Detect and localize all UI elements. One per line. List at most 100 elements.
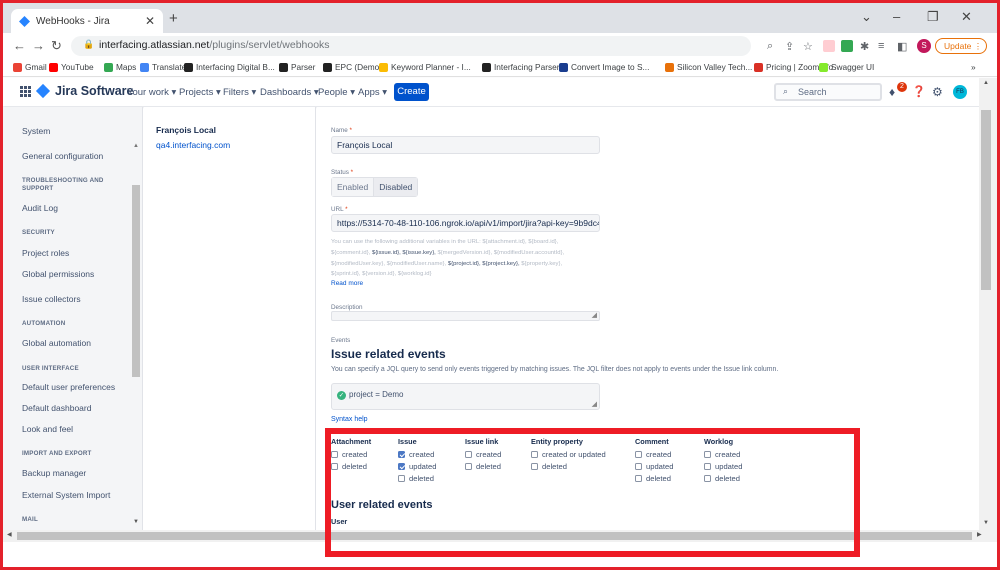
new-tab-icon[interactable]: + [169,10,178,27]
extension-icon[interactable] [841,40,853,52]
jira-logo[interactable]: Jira Software [35,83,134,99]
bookmark-favicon-icon [323,62,332,72]
sidebar-item-general-configuration[interactable]: General configuration [22,151,103,161]
sidepanel-icon[interactable]: ◧ [897,40,907,53]
minimize-icon[interactable]: – [893,9,900,24]
read-more-link[interactable]: Read more [331,280,363,287]
name-input[interactable]: François Local [331,136,600,154]
page-scrollbar[interactable]: ▲ ▼ [979,78,997,530]
webhook-list-item-name[interactable]: François Local [156,125,216,135]
sidebar-item-external-system-import[interactable]: External System Import [22,490,110,500]
bookmarks-bar: Gmail YouTube Maps Translate Interfacing Dig… [3,59,997,77]
bookmark-star-icon[interactable]: ☆ [803,40,813,53]
sidebar-item-global-permissions[interactable]: Global permissions [22,269,94,279]
bookmark-item[interactable]: Gmail [13,62,47,72]
bookmark-favicon-icon [754,62,763,72]
sidebar-item-backup-manager[interactable]: Backup manager [22,468,86,478]
bookmark-item[interactable]: Convert Image to S... [559,62,649,72]
bookmark-item[interactable]: Swagger UI [819,62,874,72]
app-switcher-icon[interactable] [20,86,31,97]
search-input[interactable]: ⌕ Search [774,83,882,101]
scroll-up-icon[interactable]: ▲ [983,80,989,86]
nav-projects[interactable]: Projects ▾ [179,87,221,98]
url-label: URL * [331,206,348,213]
scroll-thumb[interactable] [132,185,140,377]
nav-filters[interactable]: Filters ▾ [223,87,256,98]
extension-icon[interactable]: ✱ [860,40,869,53]
forward-icon[interactable]: → [32,38,45,53]
jira-header: Jira Software Your work ▾ Projects ▾ Fil… [3,78,997,106]
nav-dashboards[interactable]: Dashboards ▾ [260,87,319,98]
scroll-down-icon[interactable]: ▼ [983,520,989,526]
url-path: /plugins/servlet/webhooks [209,39,330,51]
sidebar-item-system[interactable]: System [22,126,50,136]
user-avatar[interactable]: FB [953,85,967,99]
bookmark-item[interactable]: Translate [140,62,186,72]
profile-avatar[interactable]: S [917,39,931,53]
address-bar[interactable]: 🔒 interfacing.atlassian.net/plugins/serv… [71,36,751,56]
resize-handle-icon[interactable]: ◢ [592,400,597,408]
sidebar-item-project-roles[interactable]: Project roles [22,248,69,258]
status-disabled-option[interactable]: Disabled [373,178,418,196]
resize-handle-icon[interactable]: ◢ [592,311,597,319]
bookmark-item[interactable]: Maps [104,62,136,72]
help-icon[interactable]: ❓ [912,85,926,98]
status-enabled-option[interactable]: Enabled [332,178,374,196]
sidebar-item-look-and-feel[interactable]: Look and feel [22,424,73,434]
scroll-down-icon[interactable]: ▼ [133,519,139,525]
sidebar-item-default-dashboard[interactable]: Default dashboard [22,403,91,413]
back-icon[interactable]: ← [13,38,26,53]
scroll-thumb[interactable] [981,110,991,290]
toolbar: ← → ↻ 🔒 interfacing.atlassian.net/plugin… [3,33,997,59]
syntax-help-link[interactable]: Syntax help [331,416,368,423]
jql-input[interactable]: ✓ project = Demo ◢ [331,383,600,410]
sidebar-item-global-automation[interactable]: Global automation [22,338,91,348]
sidebar-item-audit-log[interactable]: Audit Log [22,203,58,213]
sidebar-item-default-user-preferences[interactable]: Default user preferences [22,382,115,392]
bookmark-item[interactable]: Interfacing Digital B... [184,62,275,72]
browser-tab[interactable]: WebHooks - Jira ✕ [11,9,163,33]
nav-people[interactable]: People ▾ [318,87,355,98]
sidebar-section-heading: USER INTERFACE [22,365,79,372]
scroll-left-icon[interactable]: ◀ [7,531,12,538]
status-toggle: Enabled Disabled [331,177,419,197]
bookmark-label: Interfacing Digital B... [196,62,275,72]
webhook-list-item-site[interactable]: qa4.interfacing.com [156,140,230,150]
scroll-right-icon[interactable]: ▶ [977,531,982,538]
bookmark-favicon-icon [665,62,674,72]
scroll-up-icon[interactable]: ▲ [133,143,139,149]
webhook-list: François Local qa4.interfacing.com [144,107,316,530]
bookmark-item[interactable]: Keyword Planner - I... [379,62,471,72]
bookmark-item[interactable]: EPC (Demo) [323,62,382,72]
create-button[interactable]: Create [394,83,429,101]
zoom-icon[interactable]: ⌕ [767,40,773,53]
tab-search-icon[interactable]: ⌄ [861,9,872,25]
bookmark-favicon-icon [184,62,193,72]
share-icon[interactable]: ⇪ [785,40,794,53]
extension-icon[interactable] [823,40,835,52]
reload-icon[interactable]: ↻ [51,38,62,54]
update-button[interactable]: Update ⋮ [935,38,987,54]
close-tab-icon[interactable]: ✕ [145,14,155,28]
puzzle-icon[interactable]: ≡ [878,40,884,52]
settings-gear-icon[interactable]: ⚙ [932,85,943,99]
bookmark-favicon-icon [379,62,388,72]
sidebar-scrollbar[interactable]: ▲ ▼ [132,137,140,527]
close-window-icon[interactable]: ✕ [961,9,972,25]
nav-your-work[interactable]: Your work ▾ [127,87,176,98]
bookmark-item[interactable]: Interfacing Parser [482,62,559,72]
more-bookmarks-icon[interactable]: » [971,62,976,72]
sidebar-section-heading: TROUBLESHOOTING AND SUPPORT [22,177,104,192]
url-input[interactable]: https://5314-70-48-110-106.ngrok.io/api/… [331,214,600,232]
nav-apps[interactable]: Apps ▾ [358,87,387,98]
bookmark-favicon-icon [140,62,149,72]
notifications-icon[interactable]: ♦ [889,85,895,99]
sidebar-item-issue-collectors[interactable]: Issue collectors [22,294,81,304]
bookmark-item[interactable]: Parser [279,62,315,72]
restore-icon[interactable]: ❐ [927,9,939,25]
bookmark-item[interactable]: YouTube [49,62,94,72]
bookmark-label: Gmail [25,62,47,72]
bookmark-item[interactable]: Silicon Valley Tech... [665,62,752,72]
url-host: interfacing.atlassian.net [99,39,210,51]
description-input[interactable]: ◢ [331,311,600,321]
